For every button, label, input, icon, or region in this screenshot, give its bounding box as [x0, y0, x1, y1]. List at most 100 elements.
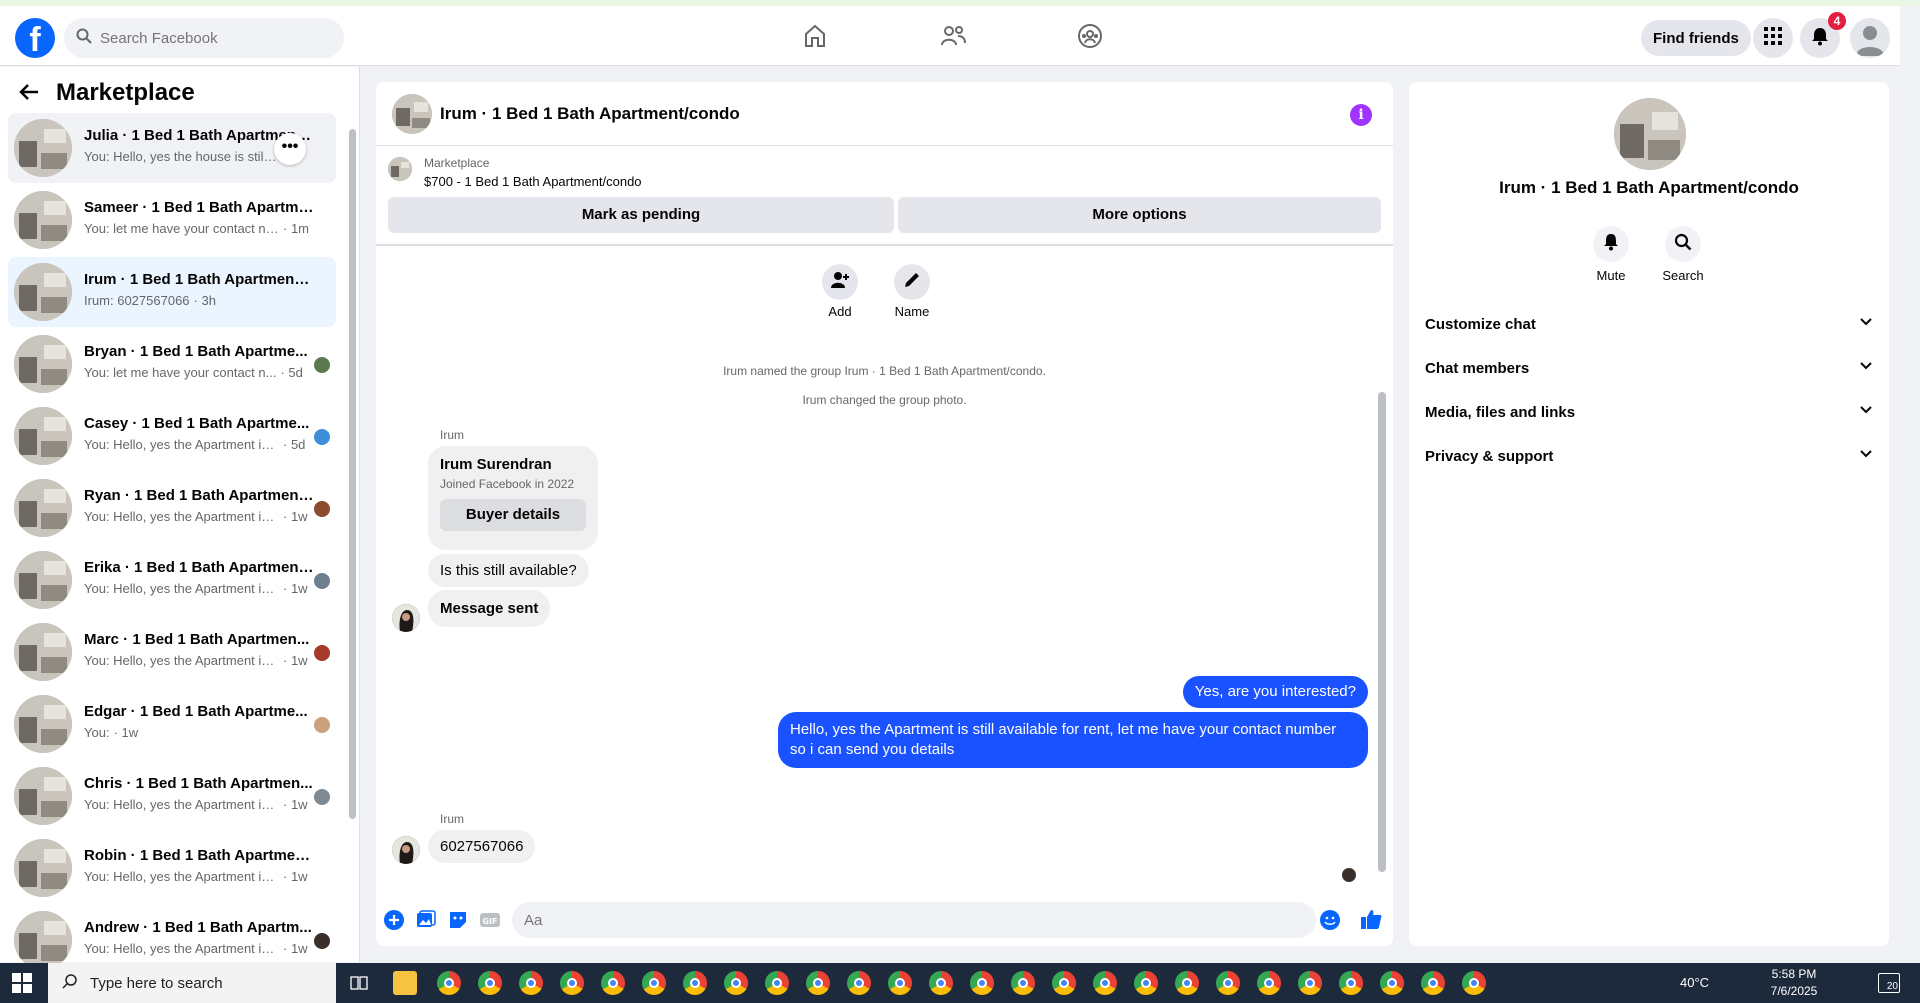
conversation-item[interactable]: Erika · 1 Bed 1 Bath Apartment... You: He… — [8, 545, 336, 615]
groups-nav-button[interactable] — [1065, 16, 1115, 60]
customize-chat-row[interactable]: Customize chat — [1425, 302, 1873, 346]
chrome-app-icon[interactable] — [1421, 971, 1445, 995]
chrome-app-icon[interactable] — [437, 971, 461, 995]
timestamp: · 1w — [283, 509, 308, 524]
thumbs-up-icon[interactable] — [1360, 908, 1384, 932]
conversation-item[interactable]: Ryan · 1 Bed 1 Bath Apartment... You: Hel… — [8, 473, 336, 543]
chrome-app-icon[interactable] — [724, 971, 748, 995]
add-people-button[interactable] — [822, 264, 858, 300]
notification-badge: 4 — [1828, 12, 1846, 30]
message-bubble-in[interactable]: Message sent — [428, 590, 551, 627]
sender-name: Irum — [440, 812, 464, 826]
chat-scrollbar[interactable] — [1378, 392, 1386, 872]
participant-avatar — [314, 645, 330, 661]
chrome-app-icon[interactable] — [1380, 971, 1404, 995]
message-input-box[interactable] — [512, 902, 1316, 938]
chrome-app-icon[interactable] — [1257, 971, 1281, 995]
conversation-item[interactable]: Chris · 1 Bed 1 Bath Apartmen... You: Hel… — [8, 761, 336, 831]
chrome-app-icon[interactable] — [683, 971, 707, 995]
conversation-item[interactable]: Marc · 1 Bed 1 Bath Apartmen... You: Hell… — [8, 617, 336, 687]
weather-temperature[interactable]: 40°C — [1680, 975, 1709, 990]
chrome-app-icon[interactable] — [1298, 971, 1322, 995]
search-input[interactable] — [100, 29, 320, 47]
chrome-app-icon[interactable] — [929, 971, 953, 995]
chat-details-panel: Irum · 1 Bed 1 Bath Apartment/condo Mute… — [1409, 82, 1889, 946]
gif-icon[interactable]: GIF — [480, 910, 500, 930]
name-group-button[interactable] — [894, 264, 930, 300]
chrome-app-icon[interactable] — [1339, 971, 1363, 995]
back-arrow-icon[interactable] — [18, 81, 40, 108]
message-bubble-out[interactable]: Hello, yes the Apartment is still availa… — [778, 712, 1368, 768]
photo-icon[interactable] — [416, 910, 436, 930]
listing-price-title[interactable]: $700 - 1 Bed 1 Bath Apartment/condo — [424, 174, 642, 189]
emoji-icon[interactable] — [1320, 910, 1340, 930]
chrome-app-icon[interactable] — [560, 971, 584, 995]
chrome-app-icon[interactable] — [519, 971, 543, 995]
mute-button[interactable] — [1593, 226, 1629, 262]
chrome-app-icon[interactable] — [1175, 971, 1199, 995]
conversation-item[interactable]: Sameer · 1 Bed 1 Bath Apartmen... You: le… — [8, 185, 336, 255]
chrome-app-icon[interactable] — [1216, 971, 1240, 995]
chrome-app-icon[interactable] — [847, 971, 871, 995]
search-in-chat-button[interactable] — [1665, 226, 1701, 262]
more-options-dots-button[interactable]: ••• — [274, 133, 306, 165]
chrome-app-icon[interactable] — [478, 971, 502, 995]
chrome-app-icon[interactable] — [765, 971, 789, 995]
facebook-search-box[interactable] — [64, 18, 344, 58]
privacy-support-row[interactable]: Privacy & support — [1425, 434, 1873, 478]
chrome-app-icon[interactable] — [1052, 971, 1076, 995]
conversation-item[interactable]: Irum · 1 Bed 1 Bath Apartment/c... Irum: … — [8, 257, 336, 327]
chrome-app-icon[interactable] — [806, 971, 830, 995]
message-bubble-in[interactable]: 6027567066 — [428, 830, 536, 863]
conversation-preview: You: Hello, yes the Apartment is ... · 1w — [84, 509, 308, 524]
chrome-app-icon[interactable] — [1134, 971, 1158, 995]
chat-thumbnail[interactable] — [392, 94, 432, 134]
profile-avatar[interactable] — [1850, 18, 1890, 58]
find-friends-button[interactable]: Find friends — [1641, 20, 1751, 56]
facebook-logo[interactable]: f — [15, 18, 55, 59]
file-explorer-icon[interactable] — [393, 971, 417, 995]
chat-title[interactable]: Irum · 1 Bed 1 Bath Apartment/condo — [440, 104, 740, 124]
menu-button[interactable] — [1753, 18, 1793, 58]
irum-avatar[interactable] — [392, 604, 420, 632]
windows-start-icon[interactable] — [12, 973, 32, 998]
message-bubble-out[interactable]: Yes, are you interested? — [1182, 676, 1368, 708]
chrome-app-icon[interactable] — [1011, 971, 1035, 995]
task-view-icon[interactable] — [350, 974, 368, 997]
conversation-item[interactable]: Bryan · 1 Bed 1 Bath Apartme... You: let … — [8, 329, 336, 399]
chat-members-row[interactable]: Chat members — [1425, 346, 1873, 390]
message-input[interactable] — [512, 902, 1272, 938]
chrome-app-icon[interactable] — [970, 971, 994, 995]
conversation-item[interactable]: Robin · 1 Bed 1 Bath Apartment/... You: H… — [8, 833, 336, 903]
conversation-preview: You: let me have your contact num... · 1m — [84, 221, 309, 236]
date: 7/6/2025 — [1770, 984, 1818, 998]
clock[interactable]: 5:58 PM 7/6/2025 — [1762, 966, 1826, 1000]
chrome-app-icon[interactable] — [601, 971, 625, 995]
time: 5:58 PM — [1771, 967, 1817, 981]
name-label: Name — [894, 304, 930, 319]
sticker-icon[interactable] — [448, 910, 468, 930]
message-bubble-in[interactable]: Is this still available? — [428, 554, 589, 587]
media-files-links-row[interactable]: Media, files and links — [1425, 390, 1873, 434]
chrome-app-icon[interactable] — [642, 971, 666, 995]
conversation-preview: You: Hello, yes the Apartment is ... · 5d — [84, 437, 305, 452]
conversation-item[interactable]: Casey · 1 Bed 1 Bath Apartme... You: Hell… — [8, 401, 336, 471]
conversation-item[interactable]: Edgar · 1 Bed 1 Bath Apartme... You: · 1w — [8, 689, 336, 759]
more-options-button[interactable]: More options — [898, 197, 1381, 233]
mark-as-pending-button[interactable]: Mark as pending — [388, 197, 894, 233]
chrome-app-icon[interactable] — [888, 971, 912, 995]
info-icon[interactable]: i — [1350, 104, 1372, 126]
chrome-app-icon[interactable] — [1462, 971, 1486, 995]
conversation-item[interactable]: Julia · 1 Bed 1 Bath Apartment/condoYou:… — [8, 113, 336, 183]
listing-thumbnail — [14, 911, 72, 969]
group-photo[interactable] — [1614, 98, 1686, 170]
conversation-list-scrollbar[interactable] — [349, 129, 356, 819]
taskbar-search-box[interactable]: Type here to search — [48, 963, 336, 1003]
friends-nav-button[interactable] — [928, 16, 978, 60]
home-nav-button[interactable] — [790, 16, 840, 60]
notification-center-icon[interactable]: 20 — [1878, 973, 1900, 993]
plus-circle-icon[interactable] — [384, 910, 404, 930]
irum-avatar[interactable] — [392, 836, 420, 864]
chrome-app-icon[interactable] — [1093, 971, 1117, 995]
buyer-details-button[interactable]: Buyer details — [440, 499, 586, 531]
